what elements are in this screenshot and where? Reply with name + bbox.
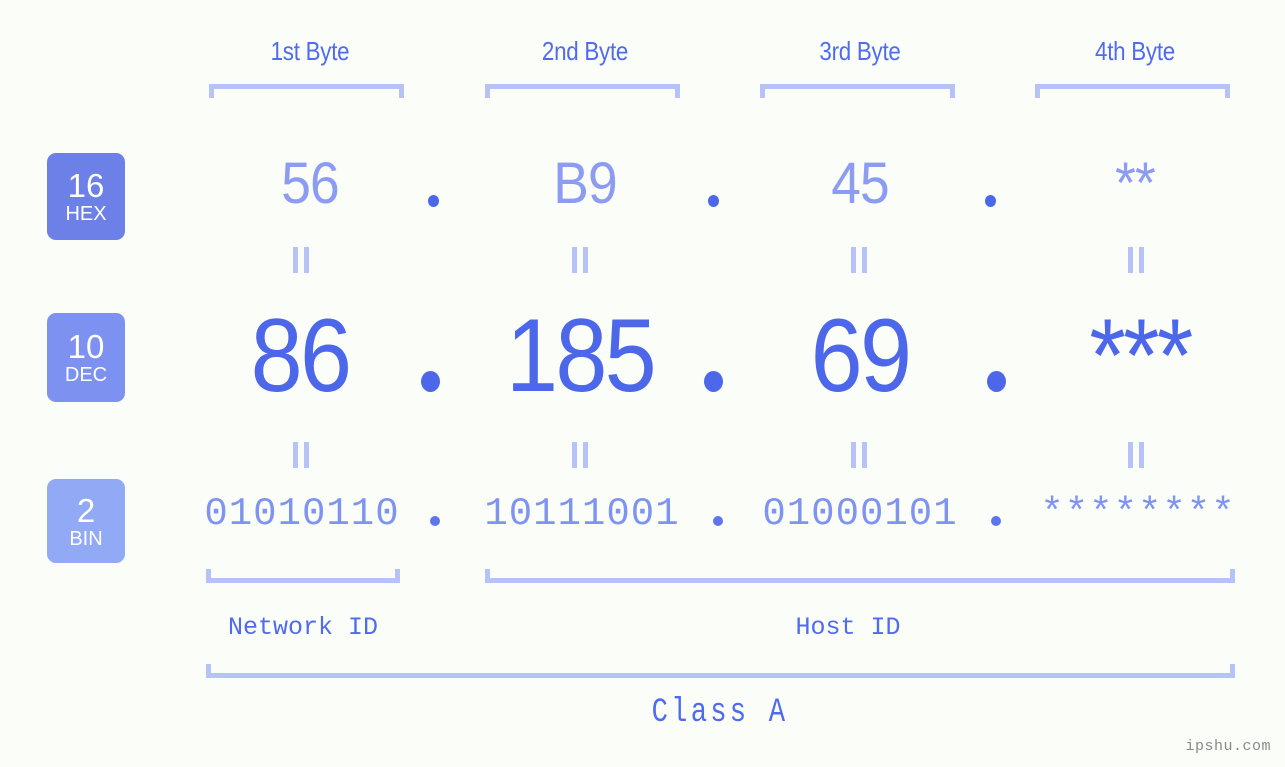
- dec-separator-dot-1: [421, 371, 440, 392]
- byte-header-4: 4th Byte: [1028, 36, 1243, 67]
- bin-separator-dot-1: [430, 516, 440, 526]
- dec-byte-2: 185: [505, 298, 657, 414]
- byte-header-1-label: 1st Byte: [270, 36, 350, 66]
- radix-badge-bin: 2 BIN: [47, 479, 125, 563]
- hex-byte-4: **: [1115, 151, 1156, 216]
- equals-mark-hex-dec-4: [1128, 247, 1145, 273]
- class-bracket: [206, 664, 1235, 678]
- dec-separator-dot-2: [704, 371, 723, 392]
- dec-byte-3: 69: [810, 298, 912, 414]
- hex-separator-dot-3: [985, 195, 996, 207]
- hex-separator-dot-1: [428, 195, 439, 207]
- equals-mark-hex-dec-2: [572, 247, 589, 273]
- radix-badge-dec-name: DEC: [64, 364, 108, 386]
- radix-badge-dec-number: 10: [67, 328, 105, 365]
- equals-mark-hex-dec-1: [293, 247, 310, 273]
- byte-header-2-label: 2nd Byte: [541, 36, 629, 66]
- bin-byte-4: ********: [1040, 492, 1236, 536]
- equals-mark-dec-bin-2: [572, 442, 589, 468]
- byte-header-3: 3rd Byte: [753, 36, 968, 67]
- byte-bracket-3: [760, 84, 955, 98]
- byte-bracket-1: [209, 84, 404, 98]
- hex-byte-1: 56: [281, 151, 339, 216]
- dec-byte-1: 86: [250, 298, 352, 414]
- equals-mark-dec-bin-3: [851, 442, 868, 468]
- host-id-label: Host ID: [795, 613, 901, 642]
- host-id-bracket: [485, 569, 1235, 583]
- byte-header-4-label: 4th Byte: [1095, 36, 1175, 66]
- equals-mark-dec-bin-4: [1128, 442, 1145, 468]
- network-id-bracket: [206, 569, 400, 583]
- equals-mark-dec-bin-1: [293, 442, 310, 468]
- radix-badge-bin-number: 2: [76, 491, 96, 529]
- dec-separator-dot-3: [987, 371, 1006, 392]
- bin-byte-2: 10111001: [484, 492, 680, 536]
- equals-mark-hex-dec-3: [851, 247, 868, 273]
- radix-badge-hex: 16 HEX: [47, 153, 125, 240]
- dec-byte-4: ***: [1089, 298, 1193, 414]
- bin-byte-3: 01000101: [762, 492, 958, 536]
- bin-separator-dot-3: [991, 516, 1001, 526]
- byte-header-1: 1st Byte: [203, 36, 418, 67]
- hex-byte-2: B9: [553, 151, 617, 216]
- ip-address-breakdown-diagram: 1st Byte 2nd Byte 3rd Byte 4th Byte 16 H…: [0, 0, 1285, 767]
- byte-header-3-label: 3rd Byte: [819, 36, 901, 66]
- class-label: Class A: [651, 694, 789, 732]
- radix-badge-dec: 10 DEC: [47, 313, 125, 402]
- byte-bracket-4: [1035, 84, 1230, 98]
- network-id-label: Network ID: [227, 613, 379, 642]
- hex-byte-3: 45: [831, 151, 889, 216]
- radix-badge-hex-number: 16: [67, 167, 105, 204]
- byte-bracket-2: [485, 84, 680, 98]
- bin-separator-dot-2: [713, 516, 723, 526]
- byte-header-2: 2nd Byte: [478, 36, 693, 67]
- hex-separator-dot-2: [708, 195, 719, 207]
- site-watermark: ipshu.com: [1185, 738, 1271, 755]
- radix-badge-bin-name: BIN: [69, 527, 103, 550]
- radix-badge-hex-name: HEX: [65, 203, 107, 225]
- bin-byte-1: 01010110: [204, 492, 400, 536]
